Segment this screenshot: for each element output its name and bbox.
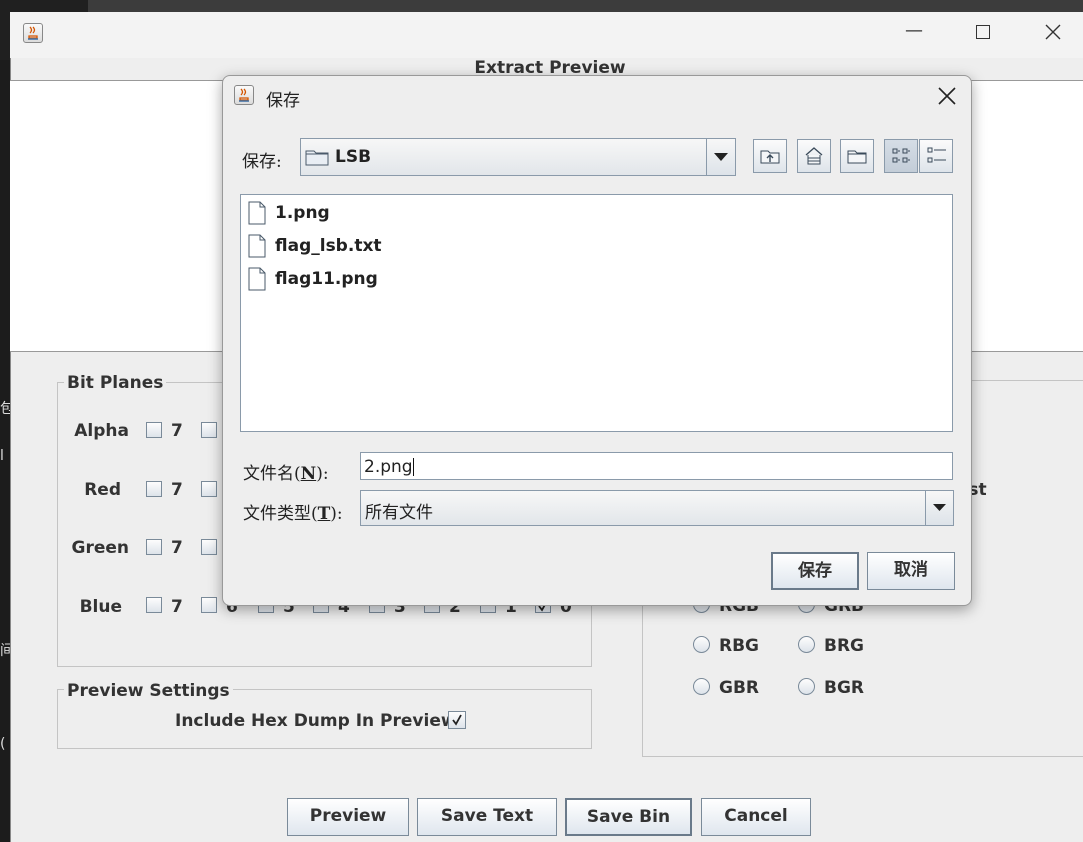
home-folder-button[interactable] xyxy=(797,139,831,173)
file-item[interactable]: 1.png xyxy=(247,201,387,227)
save-in-value: LSB xyxy=(335,147,372,167)
background-text-fragment: l xyxy=(0,448,4,464)
green-label: Green xyxy=(71,538,130,558)
bit-number: 7 xyxy=(171,480,183,500)
maximize-icon[interactable] xyxy=(976,25,990,39)
red-label: Red xyxy=(84,480,121,500)
bit-number: 7 xyxy=(171,421,183,441)
save-in-label: 保存: xyxy=(242,152,282,172)
cancel-button[interactable]: Cancel xyxy=(701,798,811,836)
file-name: flag_lsb.txt xyxy=(275,236,382,256)
dialog-close-icon[interactable] xyxy=(937,86,957,110)
preview-settings-title: Preview Settings xyxy=(64,681,233,701)
bgr-radio[interactable] xyxy=(798,678,815,695)
preview-button[interactable]: Preview xyxy=(287,798,409,836)
file-item[interactable]: flag11.png xyxy=(247,267,387,293)
list-view-button[interactable] xyxy=(884,139,918,173)
save-text-button[interactable]: Save Text xyxy=(417,798,557,836)
folder-icon xyxy=(305,148,329,170)
gbr-label: GBR xyxy=(719,678,760,698)
filename-mnemonic: N xyxy=(300,464,317,484)
save-bin-button[interactable]: Save Bin xyxy=(565,798,692,836)
blue-bit-7-checkbox[interactable] xyxy=(146,597,162,613)
file-list[interactable]: 1.png flag_lsb.txt flag11.png xyxy=(240,194,953,432)
bit-number: 7 xyxy=(171,538,183,558)
blue-label: Blue xyxy=(79,597,122,617)
rbg-radio[interactable] xyxy=(693,636,710,653)
up-folder-button[interactable] xyxy=(753,139,787,173)
bgr-label: BGR xyxy=(824,678,865,698)
file-name: 1.png xyxy=(275,203,330,223)
filetype-value: 所有文件 xyxy=(365,503,433,523)
dialog-title: 保存 xyxy=(266,91,300,111)
filetype-label-text: 文件类型( xyxy=(243,504,318,524)
alpha-bit-7-checkbox[interactable] xyxy=(146,422,162,438)
dialog-save-button[interactable]: 保存 xyxy=(771,552,859,590)
green-bit-7-checkbox[interactable] xyxy=(146,539,162,555)
java-app-icon xyxy=(234,85,254,105)
filename-value: 2.png xyxy=(364,457,413,477)
red-bit-7-checkbox[interactable] xyxy=(146,481,162,497)
java-app-icon xyxy=(23,23,43,43)
filetype-combo[interactable] xyxy=(360,490,954,526)
file-icon xyxy=(248,201,266,225)
save-in-dropdown-arrow[interactable] xyxy=(706,139,735,175)
alpha-bit-6-checkbox[interactable] xyxy=(201,422,217,438)
close-icon[interactable] xyxy=(1044,23,1062,45)
bit-planes-title: Bit Planes xyxy=(64,373,167,393)
text-cursor xyxy=(412,458,414,476)
filetype-label-text: ): xyxy=(330,504,343,524)
bit-number: 7 xyxy=(171,597,183,617)
green-bit-6-checkbox[interactable] xyxy=(201,539,217,555)
red-bit-6-checkbox[interactable] xyxy=(201,481,217,497)
minimize-icon[interactable]: — xyxy=(905,20,923,41)
filename-input[interactable]: 2.png xyxy=(360,452,953,480)
blue-bit-6-checkbox[interactable] xyxy=(201,597,217,613)
file-icon xyxy=(248,234,266,258)
details-view-button[interactable] xyxy=(919,139,953,173)
filetype-label: 文件类型(T): xyxy=(243,499,343,524)
brg-radio[interactable] xyxy=(798,636,815,653)
rbg-label: RBG xyxy=(719,636,760,656)
filename-label-text: 文件名( xyxy=(243,464,301,484)
dialog-cancel-button[interactable]: 取消 xyxy=(867,552,955,590)
brg-label: BRG xyxy=(824,636,865,656)
new-folder-button[interactable] xyxy=(840,139,874,173)
gbr-radio[interactable] xyxy=(693,678,710,695)
filename-label: 文件名(N): xyxy=(243,459,329,484)
alpha-label: Alpha xyxy=(74,421,129,441)
filetype-mnemonic: T xyxy=(317,504,331,524)
file-icon xyxy=(248,267,266,291)
file-name: flag11.png xyxy=(275,269,378,289)
hex-dump-checkbox[interactable] xyxy=(448,711,466,729)
filetype-dropdown-arrow[interactable] xyxy=(925,491,953,525)
file-item[interactable]: flag_lsb.txt xyxy=(247,234,387,260)
hex-dump-label: Include Hex Dump In Preview xyxy=(175,711,457,731)
background-text-fragment: ( xyxy=(0,736,6,752)
filename-label-text: ): xyxy=(316,464,329,484)
